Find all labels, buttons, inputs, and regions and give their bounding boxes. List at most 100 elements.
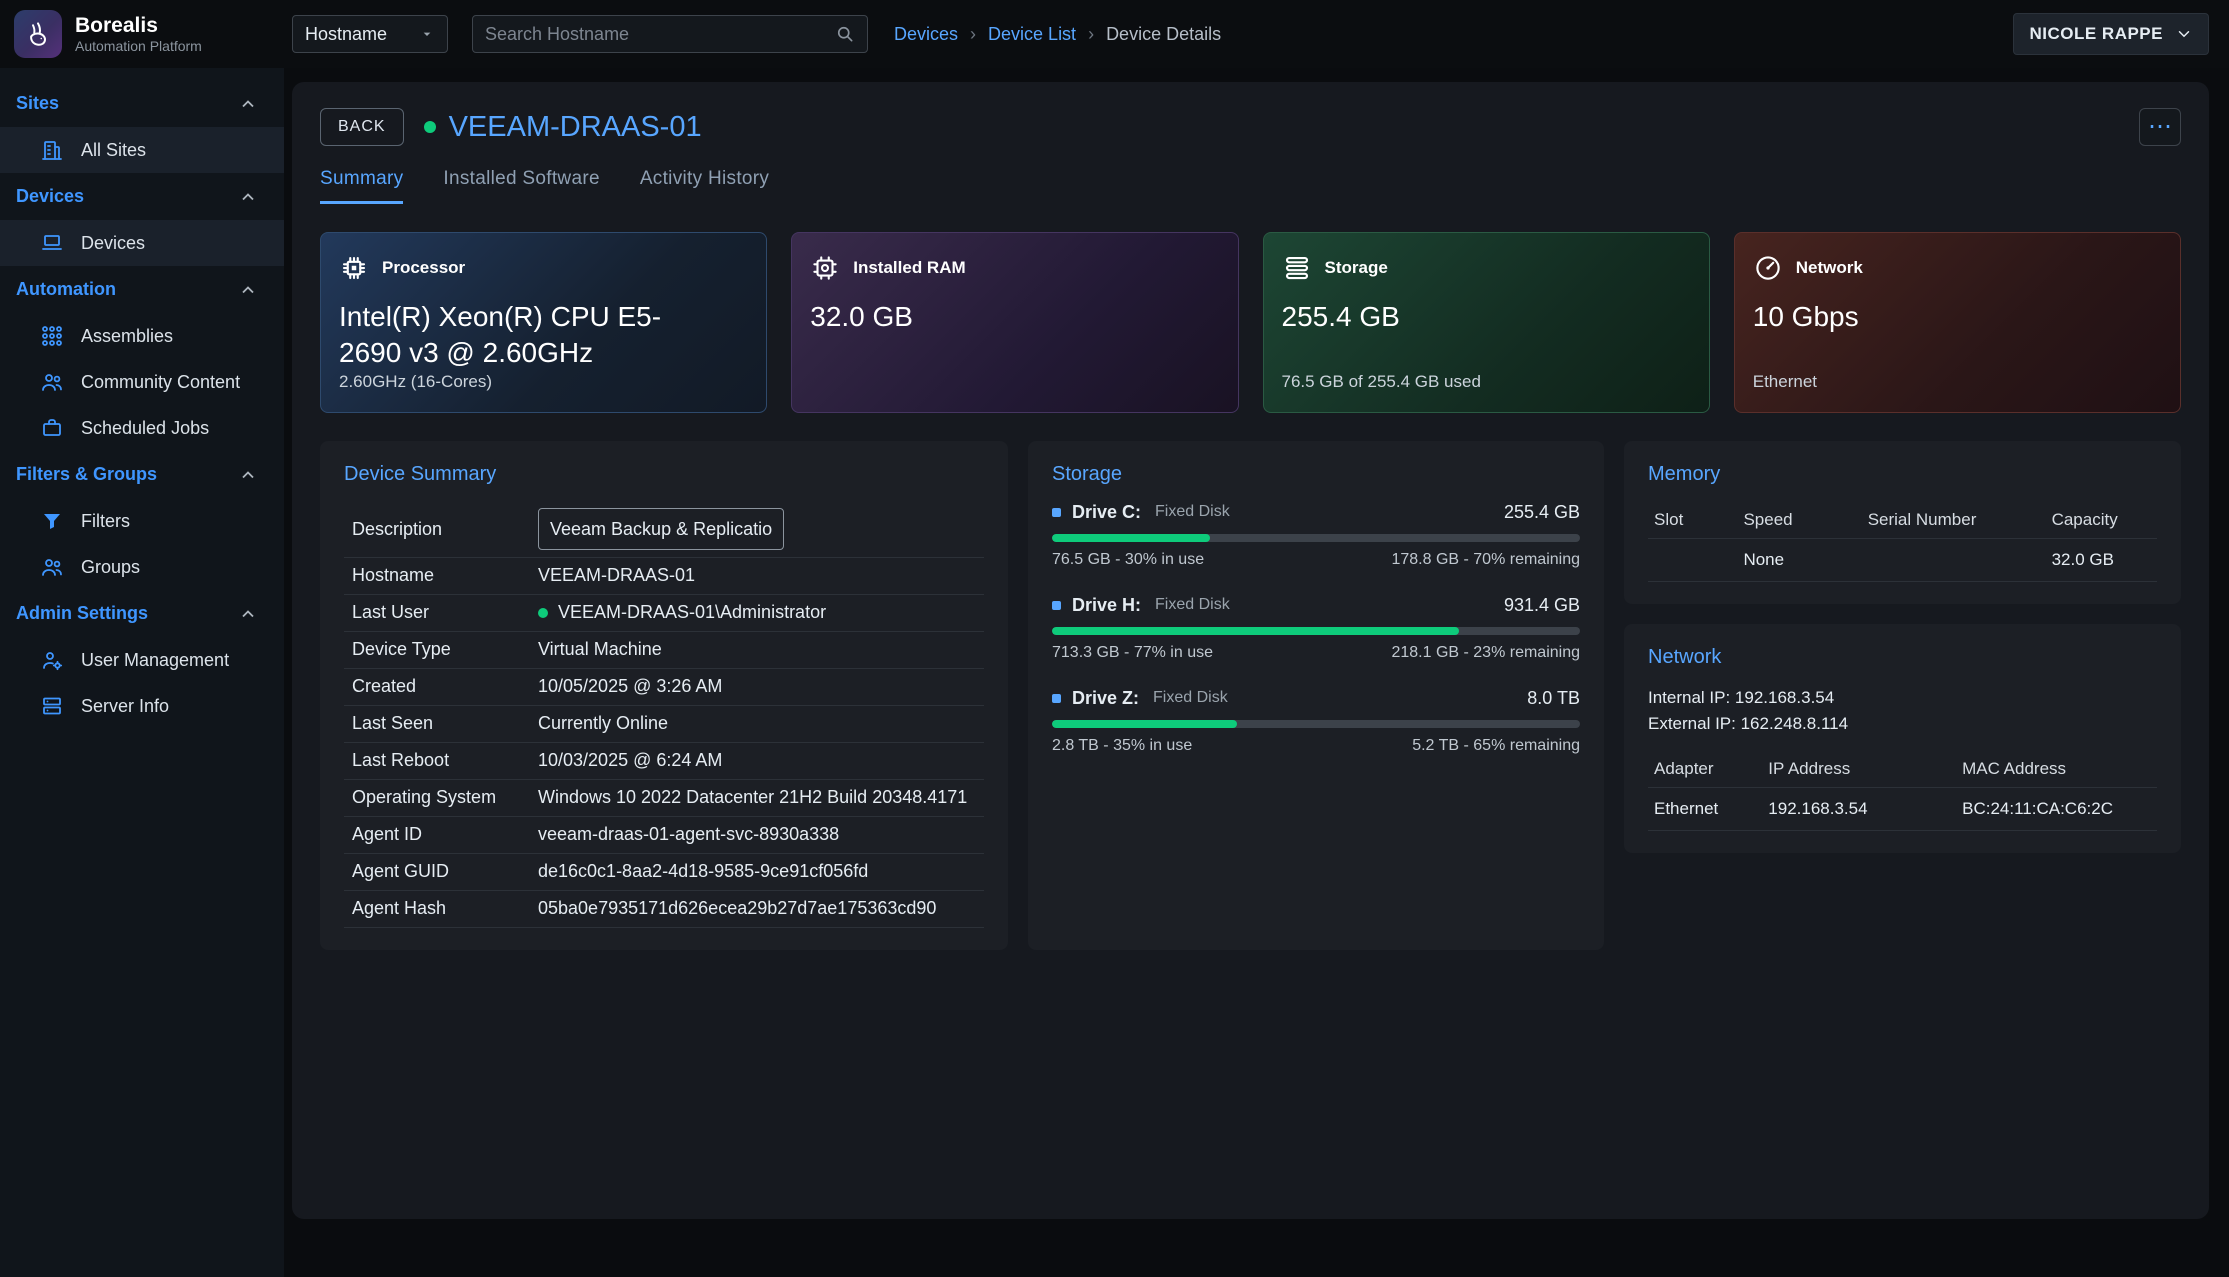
device-summary-title: Device Summary (344, 463, 984, 486)
breadcrumb-separator: › (1088, 24, 1094, 45)
memory-header-speed: Speed (1743, 510, 1867, 530)
processor-value: Intel(R) Xeon(R) CPU E5-2690 v3 @ 2.60GH… (339, 299, 716, 372)
storage-footer: 76.5 GB of 255.4 GB used (1282, 372, 1691, 392)
drive-usage-fill (1052, 720, 1237, 728)
network-header-adapter: Adapter (1654, 759, 1768, 779)
summary-row-value: 05ba0e7935171d626ecea29b27d7ae175363cd90 (538, 898, 936, 919)
back-button[interactable]: BACK (320, 108, 404, 146)
summary-row-value: Currently Online (538, 713, 668, 734)
people-icon (40, 555, 64, 579)
sidebar-item-scheduled-jobs[interactable]: Scheduled Jobs (0, 405, 284, 451)
card-label: Processor (382, 258, 465, 278)
summary-row-label: Last Seen (352, 713, 538, 734)
summary-row-agent-guid: Agent GUID de16c0c1-8aa2-4d18-9585-9ce91… (344, 854, 984, 891)
search-icon (835, 24, 855, 44)
memory-header-serial: Serial Number (1868, 510, 2052, 530)
summary-row-label: Hostname (352, 565, 538, 586)
search-input[interactable] (485, 24, 835, 45)
description-input[interactable] (538, 508, 784, 550)
sidebar-section-devices[interactable]: Devices (0, 173, 284, 220)
summary-row-value: 10/03/2025 @ 6:24 AM (538, 750, 722, 771)
summary-row-value: veeam-draas-01-agent-svc-8930a338 (538, 824, 839, 845)
summary-row-agent-hash: Agent Hash 05ba0e7935171d626ecea29b27d7a… (344, 891, 984, 928)
drive-size: 931.4 GB (1504, 595, 1580, 616)
brand: Borealis Automation Platform (0, 10, 284, 58)
storage-stack-icon (1282, 253, 1312, 283)
user-menu-button[interactable]: NICOLE RAPPE (2013, 13, 2209, 55)
sidebar-item-community-content[interactable]: Community Content (0, 359, 284, 405)
more-actions-button[interactable]: ⋯ (2139, 108, 2181, 146)
breadcrumb-device-list[interactable]: Device List (988, 24, 1076, 45)
sidebar-item-user-management[interactable]: User Management (0, 637, 284, 683)
chevron-up-icon (238, 465, 258, 485)
sidebar-section-sites[interactable]: Sites (0, 80, 284, 127)
summary-row-label: Agent ID (352, 824, 538, 845)
card-label: Storage (1325, 258, 1388, 278)
sidebar-section-label: Devices (16, 186, 84, 207)
memory-header-capacity: Capacity (2052, 510, 2151, 530)
sidebar-item-assemblies[interactable]: Assemblies (0, 313, 284, 359)
network-footer: Ethernet (1753, 372, 2162, 392)
network-mac: BC:24:11:CA:C6:2C (1962, 799, 2151, 819)
memory-capacity: 32.0 GB (2052, 550, 2151, 570)
network-table-row: Ethernet 192.168.3.54 BC:24:11:CA:C6:2C (1648, 788, 2157, 831)
tab-activity-history[interactable]: Activity History (640, 168, 769, 204)
user-name: NICOLE RAPPE (2029, 24, 2163, 44)
sidebar-item-server-info[interactable]: Server Info (0, 683, 284, 729)
breadcrumb-separator: › (970, 24, 976, 45)
tab-summary[interactable]: Summary (320, 168, 403, 204)
drive-z-row: Drive Z: Fixed Disk 8.0 TB 2.8 TB - 35% … (1052, 688, 1580, 755)
drive-name: Drive Z: (1072, 688, 1139, 709)
card-label: Network (1796, 258, 1863, 278)
summary-row-label: Operating System (352, 787, 538, 808)
sidebar-item-label: Community Content (81, 372, 240, 393)
drive-bullet-icon (1052, 508, 1061, 517)
sidebar-item-label: Devices (81, 233, 145, 254)
sidebar-item-label: Groups (81, 557, 140, 578)
drive-remaining-text: 5.2 TB - 65% remaining (1412, 737, 1580, 755)
sidebar-item-label: All Sites (81, 140, 146, 161)
network-panel-title: Network (1648, 646, 2157, 669)
drive-size: 255.4 GB (1504, 502, 1580, 523)
drive-remaining-text: 218.1 GB - 23% remaining (1391, 644, 1580, 662)
drive-name: Drive H: (1072, 595, 1141, 616)
sidebar-item-filters[interactable]: Filters (0, 498, 284, 544)
tab-installed-software[interactable]: Installed Software (443, 168, 599, 204)
breadcrumb-devices[interactable]: Devices (894, 24, 958, 45)
summary-row-value: de16c0c1-8aa2-4d18-9585-9ce91cf056fd (538, 861, 868, 882)
sidebar-item-label: Server Info (81, 696, 169, 717)
funnel-icon (40, 509, 64, 533)
storage-panel-title: Storage (1052, 463, 1580, 486)
memory-panel-title: Memory (1648, 463, 2157, 486)
building-icon (40, 138, 64, 162)
hostname-filter-dropdown[interactable]: Hostname (292, 15, 448, 53)
sidebar-item-label: User Management (81, 650, 229, 671)
sidebar-item-groups[interactable]: Groups (0, 544, 284, 590)
device-details-panel: BACK VEEAM-DRAAS-01 ⋯ Summary Installed … (292, 82, 2209, 1219)
sidebar-section-automation[interactable]: Automation (0, 266, 284, 313)
device-tabs: Summary Installed Software Activity Hist… (320, 168, 2181, 204)
sidebar-section-filters-groups[interactable]: Filters & Groups (0, 451, 284, 498)
sidebar-section-admin-settings[interactable]: Admin Settings (0, 590, 284, 637)
drive-name: Drive C: (1072, 502, 1141, 523)
topbar: Borealis Automation Platform Hostname De… (0, 0, 2229, 68)
user-gear-icon (40, 648, 64, 672)
ram-footer (810, 372, 1219, 392)
drive-usage-bar (1052, 627, 1580, 635)
sidebar-item-all-sites[interactable]: All Sites (0, 127, 284, 173)
memory-speed: None (1743, 550, 1867, 570)
drive-usage-fill (1052, 534, 1210, 542)
ram-value: 32.0 GB (810, 299, 1187, 335)
brand-name: Borealis (75, 14, 202, 38)
search-box (472, 15, 868, 53)
network-adapter: Ethernet (1654, 799, 1768, 819)
memory-header-slot: Slot (1654, 510, 1743, 530)
chevron-up-icon (238, 187, 258, 207)
summary-row-label: Device Type (352, 639, 538, 660)
chevron-up-icon (238, 280, 258, 300)
drive-type: Fixed Disk (1155, 503, 1230, 521)
drive-remaining-text: 178.8 GB - 70% remaining (1391, 551, 1580, 569)
summary-row-label: Description (352, 519, 538, 540)
right-column: Memory Slot Speed Serial Number Capacity… (1624, 441, 2181, 950)
sidebar-item-devices[interactable]: Devices (0, 220, 284, 266)
